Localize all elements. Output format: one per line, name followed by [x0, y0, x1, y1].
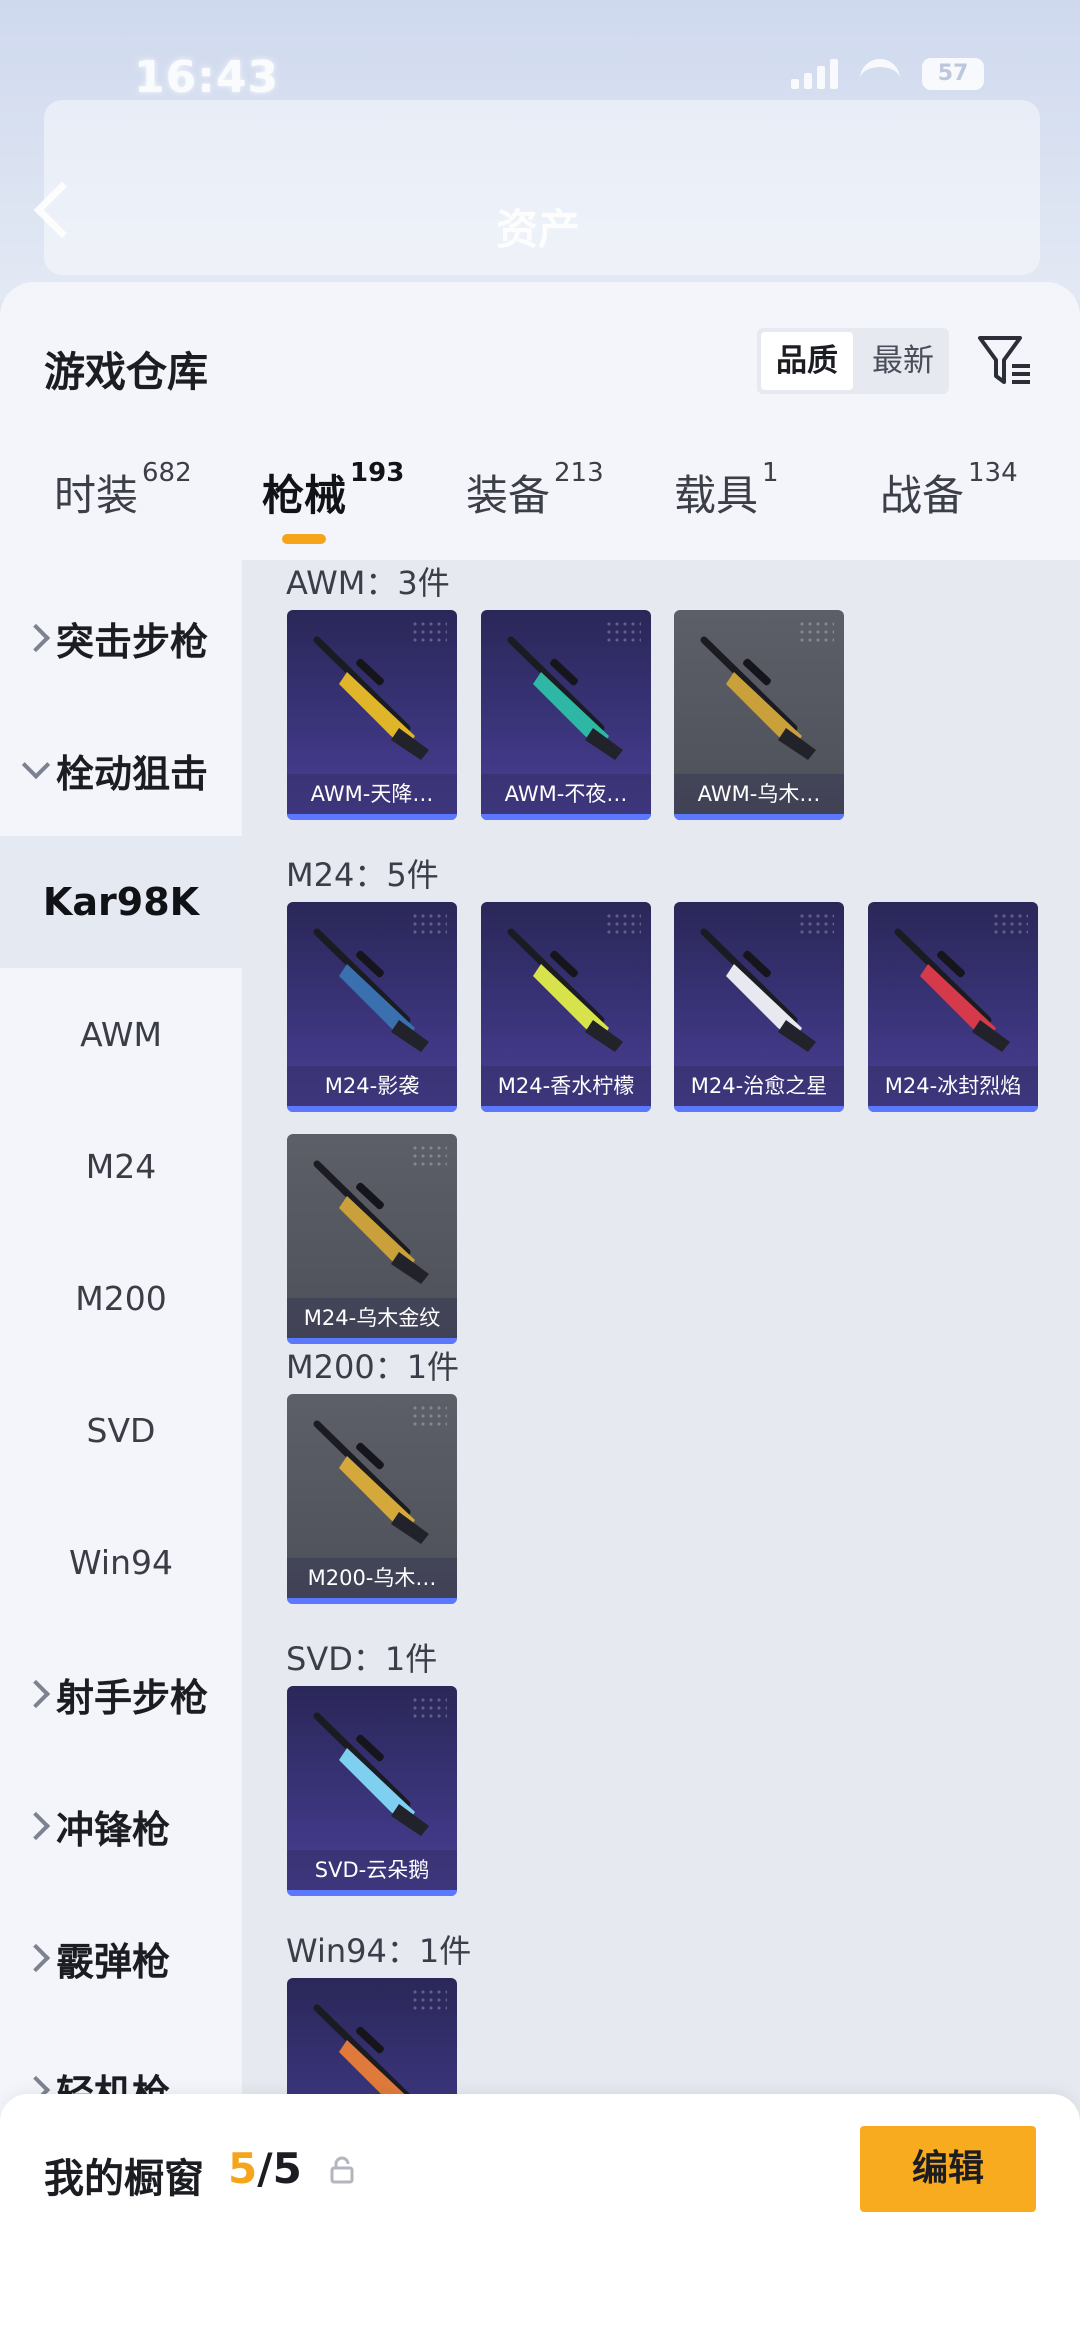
group-title-awm: AWM：3件	[286, 564, 450, 602]
nav-title: 资产	[496, 205, 581, 254]
item-card[interactable]: M24-治愈之星	[674, 902, 844, 1112]
rifle-icon	[313, 1420, 429, 1544]
category-tabs: 时装 682 枪械 193 装备 213 载具 1 战备 134	[0, 458, 1080, 562]
item-card[interactable]: M200-乌木…	[287, 1394, 457, 1604]
rifle-icon	[700, 928, 816, 1052]
item-card[interactable]: SVD-云朵鹅	[287, 1686, 457, 1896]
chevron-right-icon	[21, 1943, 51, 1973]
item-card[interactable]: M24-香水柠檬	[481, 902, 651, 1112]
item-card-bar	[481, 1106, 651, 1112]
item-name: M24-影袭	[287, 1066, 457, 1106]
rifle-icon	[313, 928, 429, 1052]
tab-equipment[interactable]: 装备 213	[466, 458, 604, 523]
item-name: SVD-云朵鹅	[287, 1850, 457, 1890]
chevron-down-icon	[21, 750, 51, 780]
status-icons: 57	[791, 58, 984, 90]
showcase-bar: 我的橱窗 5/5 编辑	[0, 2094, 1080, 2341]
item-card-bar	[287, 1890, 457, 1896]
signal-icon	[791, 59, 838, 89]
group-title-m200: M200：1件	[286, 1348, 460, 1386]
group-title-m24: M24：5件	[286, 856, 439, 894]
item-name: AWM-天降…	[287, 774, 457, 814]
item-card[interactable]: AWM-不夜…	[481, 610, 651, 820]
item-card-bar	[674, 814, 844, 820]
page-title: 游戏仓库	[44, 348, 208, 396]
edit-button[interactable]: 编辑	[860, 2126, 1036, 2212]
item-card-bar	[287, 1598, 457, 1604]
rifle-icon	[507, 636, 623, 760]
sidebar-item-svd[interactable]: SVD	[0, 1364, 242, 1496]
lock-icon	[330, 2156, 354, 2184]
showcase-count: 5/5	[228, 2144, 302, 2193]
rifle-icon	[507, 928, 623, 1052]
battery-icon: 57	[922, 58, 984, 90]
tab-battle-gear[interactable]: 战备 134	[880, 458, 1018, 523]
item-card-bar	[287, 1106, 457, 1112]
sidebar-item-bolt-snipers[interactable]: 栓动狙击	[0, 704, 242, 836]
rifle-icon	[313, 1712, 429, 1836]
rifle-icon	[313, 1160, 429, 1284]
rifle-icon	[894, 928, 1010, 1052]
item-name: AWM-不夜…	[481, 774, 651, 814]
item-card-bar	[481, 814, 651, 820]
sort-option-quality[interactable]: 品质	[761, 332, 853, 390]
item-name: M24-香水柠檬	[481, 1066, 651, 1106]
active-tab-indicator	[282, 534, 326, 544]
item-card[interactable]: M24-冰封烈焰	[868, 902, 1038, 1112]
sidebar-item-shotguns[interactable]: 霰弹枪	[0, 1892, 242, 2024]
warehouse-sheet: 游戏仓库 品质 最新 时装 682 枪械 193 装备 213 载具 1 战备 134 突…	[0, 282, 1080, 2341]
item-card[interactable]: M24-影袭	[287, 902, 457, 1112]
sidebar-item-m24[interactable]: M24	[0, 1100, 242, 1232]
wifi-icon	[860, 59, 900, 89]
chevron-right-icon	[21, 623, 51, 653]
weapon-category-sidebar: 突击步枪 栓动狙击 Kar98K AWM M24 M200 SVD Win94 …	[0, 560, 242, 2341]
sidebar-item-smgs[interactable]: 冲锋枪	[0, 1760, 242, 1892]
item-name: M24-乌木金纹	[287, 1298, 457, 1338]
sidebar-item-m200[interactable]: M200	[0, 1232, 242, 1364]
sheet-header: 游戏仓库 品质 最新 时装 682 枪械 193 装备 213 载具 1 战备 134	[0, 282, 1080, 562]
item-card-bar	[868, 1106, 1038, 1112]
item-card[interactable]: M24-乌木金纹	[287, 1134, 457, 1344]
item-grid-area[interactable]: AWM：3件 AWM-天降… AWM-不夜… AWM-乌木… M24-影袭 M24-香水…	[242, 560, 1080, 2341]
sidebar-item-awm[interactable]: AWM	[0, 968, 242, 1100]
item-card-bar	[287, 814, 457, 820]
item-name: M24-治愈之星	[674, 1066, 844, 1106]
filter-icon[interactable]	[974, 330, 1034, 390]
item-card[interactable]: AWM-天降…	[287, 610, 457, 820]
tab-vehicles[interactable]: 载具 1	[674, 458, 779, 523]
sidebar-item-kar98k[interactable]: Kar98K	[0, 836, 242, 968]
group-title-win94: Win94：1件	[286, 1932, 472, 1970]
chevron-right-icon	[21, 1811, 51, 1841]
item-name: AWM-乌木…	[674, 774, 844, 814]
status-time: 16:43	[134, 52, 280, 103]
sort-toggle: 品质 最新	[757, 328, 949, 394]
item-card-bar	[674, 1106, 844, 1112]
showcase-label: 我的橱窗	[44, 2156, 204, 2202]
sidebar-item-assault-rifles[interactable]: 突击步枪	[0, 572, 242, 704]
tab-guns[interactable]: 枪械 193	[262, 458, 404, 523]
tab-fashion[interactable]: 时装 682	[54, 458, 192, 523]
sort-option-latest[interactable]: 最新	[857, 328, 949, 394]
sidebar-item-win94[interactable]: Win94	[0, 1496, 242, 1628]
rifle-icon	[313, 636, 429, 760]
item-card[interactable]: AWM-乌木…	[674, 610, 844, 820]
chevron-right-icon	[21, 1679, 51, 1709]
item-name: M200-乌木…	[287, 1558, 457, 1598]
group-title-svd: SVD：1件	[286, 1640, 438, 1678]
sidebar-item-marksman-rifles[interactable]: 射手步枪	[0, 1628, 242, 1760]
item-name: M24-冰封烈焰	[868, 1066, 1038, 1106]
rifle-icon	[700, 636, 816, 760]
